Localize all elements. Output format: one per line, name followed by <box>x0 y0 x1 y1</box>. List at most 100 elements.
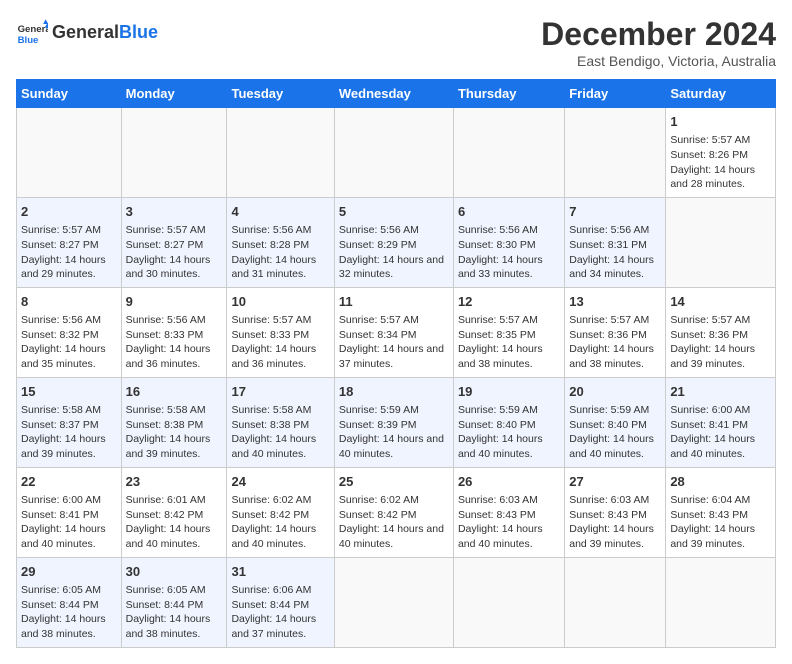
calendar-cell: 29Sunrise: 6:05 AMSunset: 8:44 PMDayligh… <box>17 557 122 647</box>
sunset-text: Sunset: 8:29 PM <box>339 239 417 251</box>
sunset-text: Sunset: 8:33 PM <box>231 329 309 341</box>
day-number: 9 <box>126 293 223 311</box>
sunset-text: Sunset: 8:32 PM <box>21 329 99 341</box>
sunrise-text: Sunrise: 5:57 AM <box>569 314 649 326</box>
day-number: 12 <box>458 293 560 311</box>
day-number: 14 <box>670 293 771 311</box>
calendar-cell: 20Sunrise: 5:59 AMSunset: 8:40 PMDayligh… <box>565 377 666 467</box>
day-number: 7 <box>569 203 661 221</box>
month-title: December 2024 <box>541 16 776 53</box>
sunrise-text: Sunrise: 5:58 AM <box>21 404 101 416</box>
weekday-header-wednesday: Wednesday <box>334 80 453 108</box>
calendar-cell: 17 Sunrise: 5:58 AM Sunset: 8:38 PM Dayligh… <box>227 377 334 467</box>
day-number: 25 <box>339 473 449 491</box>
weekday-header-monday: Monday <box>121 80 227 108</box>
sunset-text: Sunset: 8:33 PM <box>126 329 204 341</box>
sunset-text: Sunset: 8:40 PM <box>569 419 647 431</box>
sunrise-text: Sunrise: 5:57 AM <box>670 314 750 326</box>
calendar-cell <box>334 108 453 198</box>
sunrise-text: Sunrise: 5:57 AM <box>458 314 538 326</box>
daylight-text: Daylight: 14 hours and 40 minutes. <box>670 433 755 460</box>
day-number: 2 <box>21 203 117 221</box>
calendar-cell: 4Sunrise: 5:56 AMSunset: 8:28 PMDaylight… <box>227 197 334 287</box>
sunset-text: Sunset: 8:42 PM <box>126 509 204 521</box>
daylight-text: Daylight: 14 hours and 32 minutes. <box>339 254 444 281</box>
calendar-cell: 14Sunrise: 5:57 AMSunset: 8:36 PMDayligh… <box>666 287 776 377</box>
sunset-text: Sunset: 8:30 PM <box>458 239 536 251</box>
weekday-header-saturday: Saturday <box>666 80 776 108</box>
logo-icon: General Blue <box>16 16 48 48</box>
sunrise-text: Sunrise: 5:56 AM <box>21 314 101 326</box>
calendar-cell: 25Sunrise: 6:02 AMSunset: 8:42 PMDayligh… <box>334 467 453 557</box>
calendar-header: SundayMondayTuesdayWednesdayThursdayFrid… <box>17 80 776 108</box>
calendar-cell: 16Sunrise: 5:58 AMSunset: 8:38 PMDayligh… <box>121 377 227 467</box>
daylight-text: Daylight: 14 hours and 40 minutes. <box>458 433 543 460</box>
sunrise-text: Sunrise: 5:59 AM <box>458 404 538 416</box>
sunrise-text: Sunrise: 5:57 AM <box>670 134 750 146</box>
daylight-text: Daylight: 14 hours and 37 minutes. <box>339 343 444 370</box>
daylight-text: Daylight: 14 hours and 37 minutes. <box>231 613 316 640</box>
day-number: 27 <box>569 473 661 491</box>
day-number: 18 <box>339 383 449 401</box>
sunrise-text: Sunrise: 6:05 AM <box>21 584 101 596</box>
daylight-text: Daylight: 14 hours and 40 minutes. <box>339 433 444 460</box>
calendar-cell: 8Sunrise: 5:56 AMSunset: 8:32 PMDaylight… <box>17 287 122 377</box>
sunrise-text: Sunrise: 5:56 AM <box>569 224 649 236</box>
calendar-cell <box>565 557 666 647</box>
daylight-text: Daylight: 14 hours and 39 minutes. <box>126 433 211 460</box>
weekday-header-thursday: Thursday <box>453 80 564 108</box>
calendar-cell <box>453 108 564 198</box>
logo-blue: Blue <box>119 22 158 43</box>
calendar-cell: 23Sunrise: 6:01 AMSunset: 8:42 PMDayligh… <box>121 467 227 557</box>
daylight-text: Daylight: 14 hours and 40 minutes. <box>231 433 316 460</box>
page-header: General Blue GeneralBlue December 2024 E… <box>16 16 776 69</box>
day-number: 22 <box>21 473 117 491</box>
daylight-text: Daylight: 14 hours and 36 minutes. <box>126 343 211 370</box>
weekday-header-friday: Friday <box>565 80 666 108</box>
day-number: 16 <box>126 383 223 401</box>
sunset-text: Sunset: 8:26 PM <box>670 149 748 161</box>
day-number: 20 <box>569 383 661 401</box>
day-number: 6 <box>458 203 560 221</box>
day-number: 23 <box>126 473 223 491</box>
day-number: 15 <box>21 383 117 401</box>
day-number: 17 <box>231 383 329 401</box>
sunrise-text: Sunrise: 6:03 AM <box>458 494 538 506</box>
sunset-text: Sunset: 8:43 PM <box>569 509 647 521</box>
sunrise-text: Sunrise: 5:59 AM <box>339 404 419 416</box>
sunset-text: Sunset: 8:38 PM <box>231 419 309 431</box>
logo: General Blue GeneralBlue <box>16 16 158 48</box>
calendar-cell: 7Sunrise: 5:56 AMSunset: 8:31 PMDaylight… <box>565 197 666 287</box>
calendar-week-row: 29Sunrise: 6:05 AMSunset: 8:44 PMDayligh… <box>17 557 776 647</box>
calendar-cell <box>227 108 334 198</box>
sunrise-text: Sunrise: 5:57 AM <box>339 314 419 326</box>
day-number: 26 <box>458 473 560 491</box>
daylight-text: Daylight: 14 hours and 40 minutes. <box>458 523 543 550</box>
daylight-text: Daylight: 14 hours and 29 minutes. <box>21 254 106 281</box>
sunset-text: Sunset: 8:44 PM <box>21 599 99 611</box>
sunrise-text: Sunrise: 6:01 AM <box>126 494 206 506</box>
daylight-text: Daylight: 14 hours and 34 minutes. <box>569 254 654 281</box>
calendar-cell: 3Sunrise: 5:57 AMSunset: 8:27 PMDaylight… <box>121 197 227 287</box>
daylight-text: Daylight: 14 hours and 39 minutes. <box>569 523 654 550</box>
daylight-text: Daylight: 14 hours and 40 minutes. <box>21 523 106 550</box>
sunrise-text: Sunrise: 6:06 AM <box>231 584 311 596</box>
sunset-text: Sunset: 8:42 PM <box>339 509 417 521</box>
day-number: 19 <box>458 383 560 401</box>
sunrise-text: Sunrise: 5:58 AM <box>231 404 311 416</box>
daylight-text: Daylight: 14 hours and 33 minutes. <box>458 254 543 281</box>
sunset-text: Sunset: 8:27 PM <box>21 239 99 251</box>
calendar-cell: 11 Sunrise: 5:57 AM Sunset: 8:34 PM Dayligh… <box>334 287 453 377</box>
sunrise-text: Sunrise: 5:56 AM <box>126 314 206 326</box>
daylight-text: Daylight: 14 hours and 40 minutes. <box>231 523 316 550</box>
sunrise-text: Sunrise: 6:03 AM <box>569 494 649 506</box>
title-block: December 2024 East Bendigo, Victoria, Au… <box>541 16 776 69</box>
calendar-cell: 30Sunrise: 6:05 AMSunset: 8:44 PMDayligh… <box>121 557 227 647</box>
sunrise-text: Sunrise: 5:56 AM <box>458 224 538 236</box>
day-number: 30 <box>126 563 223 581</box>
sunset-text: Sunset: 8:34 PM <box>339 329 417 341</box>
day-number: 11 <box>339 293 449 311</box>
sunrise-text: Sunrise: 5:57 AM <box>126 224 206 236</box>
location-label: East Bendigo, Victoria, Australia <box>541 53 776 69</box>
daylight-text: Daylight: 14 hours and 38 minutes. <box>458 343 543 370</box>
